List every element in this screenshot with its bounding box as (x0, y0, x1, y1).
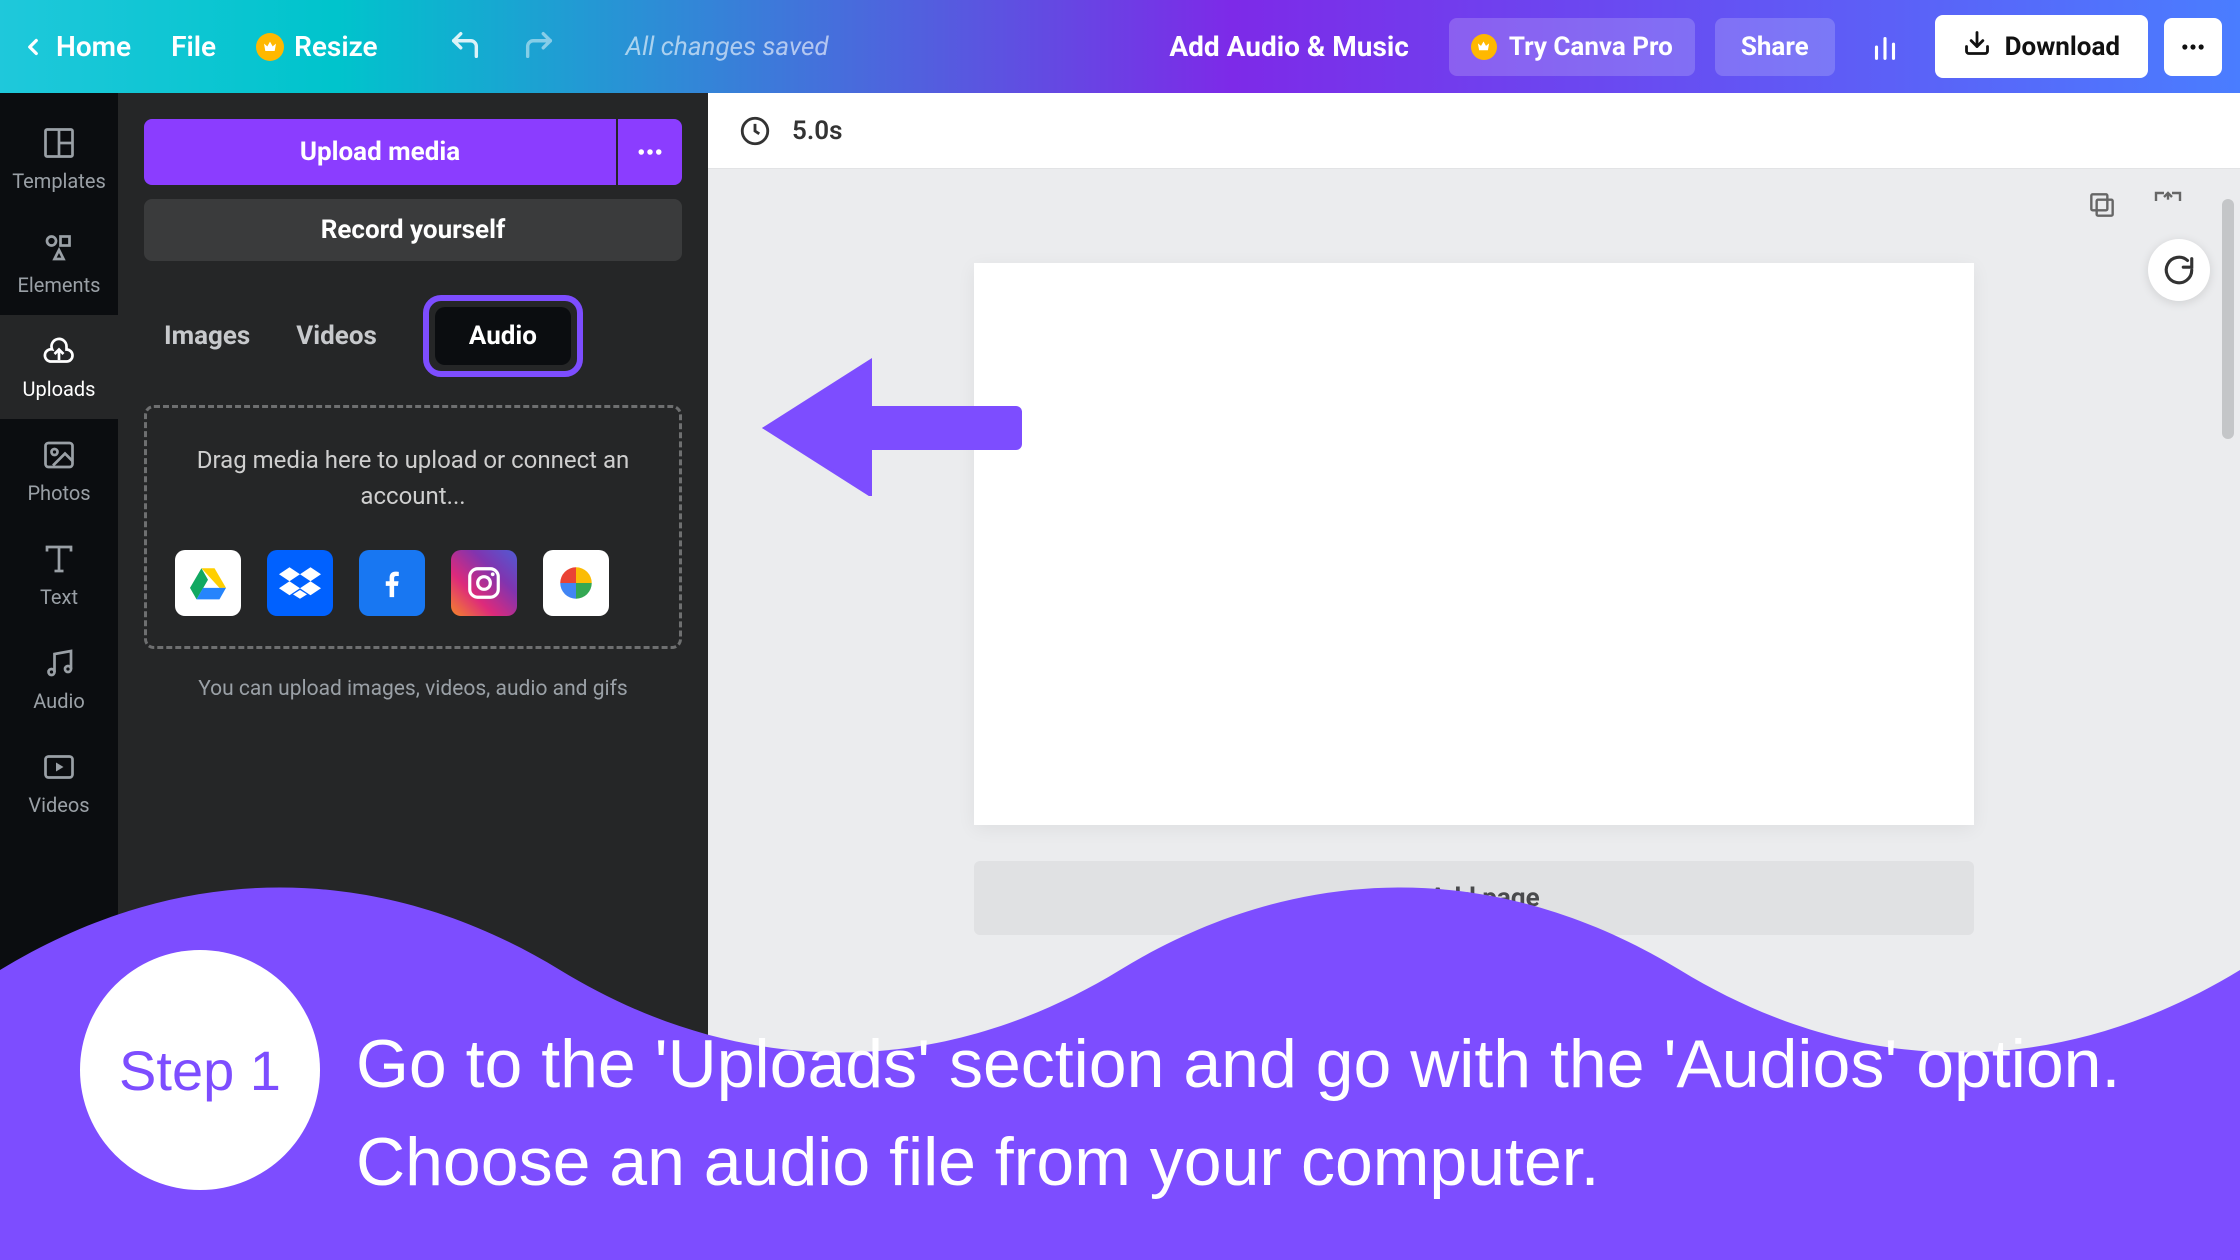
try-pro-button[interactable]: Try Canva Pro (1449, 18, 1695, 76)
upload-hint: You can upload images, videos, audio and… (144, 677, 682, 701)
document-title[interactable]: Add Audio & Music (1169, 30, 1409, 63)
rail-label: Audio (33, 689, 85, 713)
save-status: All changes saved (626, 32, 829, 62)
design-page[interactable] (974, 263, 1974, 825)
upload-tabs: Images Videos Audio (144, 295, 682, 377)
rail-templates[interactable]: Templates (0, 107, 118, 211)
rail-videos[interactable]: Videos (0, 731, 118, 835)
google-photos-icon[interactable] (543, 550, 609, 616)
rail-text[interactable]: Text (0, 523, 118, 627)
crown-icon (256, 33, 284, 61)
page-tools (2086, 189, 2184, 225)
dropzone-text: Drag media here to upload or connect an … (175, 442, 651, 514)
rail-label: Photos (27, 481, 90, 505)
more-menu-button[interactable] (2164, 18, 2222, 76)
home-button[interactable]: Home (20, 30, 131, 63)
connect-accounts (175, 550, 651, 616)
resize-button[interactable]: Resize (256, 30, 378, 63)
timing-bar: 5.0s (708, 93, 2240, 169)
rail-uploads[interactable]: Uploads (0, 315, 118, 419)
download-button[interactable]: Download (1935, 15, 2148, 78)
expand-page-icon[interactable] (2152, 189, 2184, 225)
crown-icon (1471, 34, 1497, 60)
duplicate-page-icon[interactable] (2086, 189, 2118, 225)
rail-audio[interactable]: Audio (0, 627, 118, 731)
download-icon (1963, 29, 1991, 64)
google-drive-icon[interactable] (175, 550, 241, 616)
upload-media-button[interactable]: Upload media (144, 119, 616, 185)
try-pro-label: Try Canva Pro (1509, 32, 1673, 62)
instagram-icon[interactable] (451, 550, 517, 616)
duration-value[interactable]: 5.0s (792, 116, 842, 146)
file-menu[interactable]: File (171, 30, 216, 63)
home-label: Home (56, 30, 131, 63)
dropbox-icon[interactable] (267, 550, 333, 616)
rail-label: Text (40, 585, 78, 609)
tutorial-banner: Step 1 Go to the 'Uploads' section and g… (0, 850, 2240, 1260)
undo-redo-group (448, 28, 556, 66)
rail-label: Uploads (23, 377, 96, 401)
rail-label: Elements (18, 273, 101, 297)
facebook-icon[interactable] (359, 550, 425, 616)
tab-audio[interactable]: Audio (435, 307, 571, 365)
top-bar: Home File Resize All changes saved Add A… (0, 0, 2240, 93)
tab-audio-highlight: Audio (423, 295, 583, 377)
tutorial-text: Go to the 'Uploads' section and go with … (356, 1015, 2200, 1212)
vertical-scrollbar[interactable] (2222, 189, 2236, 619)
clock-icon (738, 114, 772, 148)
upload-more-button[interactable] (618, 119, 682, 185)
tab-videos[interactable]: Videos (296, 321, 377, 351)
refresh-button[interactable] (2148, 239, 2210, 301)
tab-images[interactable]: Images (164, 321, 250, 351)
chevron-left-icon (20, 34, 46, 60)
undo-button[interactable] (448, 28, 482, 66)
redo-button[interactable] (522, 28, 556, 66)
step-badge: Step 1 (80, 950, 320, 1190)
rail-elements[interactable]: Elements (0, 211, 118, 315)
share-button[interactable]: Share (1715, 18, 1835, 76)
upload-dropzone[interactable]: Drag media here to upload or connect an … (144, 405, 682, 649)
rail-label: Templates (12, 169, 106, 193)
insights-button[interactable] (1855, 17, 1915, 77)
rail-photos[interactable]: Photos (0, 419, 118, 523)
rail-label: Videos (28, 793, 89, 817)
topbar-left: Home File Resize All changes saved (20, 28, 829, 66)
download-label: Download (2005, 32, 2120, 62)
resize-label: Resize (294, 30, 378, 63)
record-yourself-button[interactable]: Record yourself (144, 199, 682, 261)
